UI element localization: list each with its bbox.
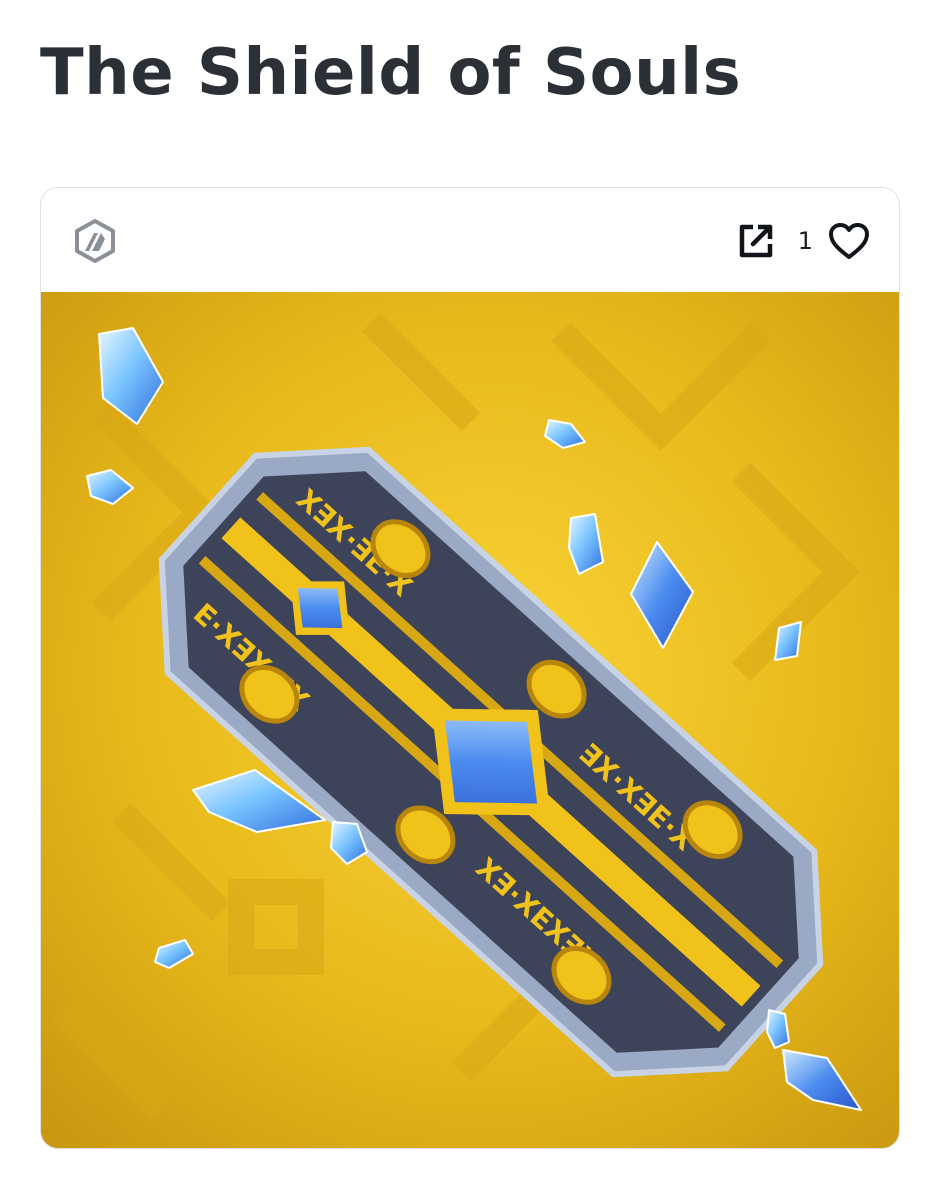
nft-card[interactable]: 1 X∃X·∃E·X ∃X·X∃E·X E·X∃X·∃X X∃·XEX∃X bbox=[40, 187, 900, 1149]
nft-artwork-image[interactable]: X∃X·∃E·X ∃X·X∃E·X E·X∃X·∃X X∃·XEX∃X bbox=[41, 292, 899, 1148]
page-title: The Shield of Souls bbox=[40, 36, 742, 110]
arbitrum-chain-icon bbox=[72, 218, 118, 264]
heart-outline-icon[interactable] bbox=[827, 219, 871, 263]
card-header: 1 bbox=[41, 188, 899, 292]
like-count: 1 bbox=[797, 227, 813, 255]
card-actions: 1 bbox=[734, 214, 871, 268]
external-link-icon[interactable] bbox=[734, 219, 778, 263]
